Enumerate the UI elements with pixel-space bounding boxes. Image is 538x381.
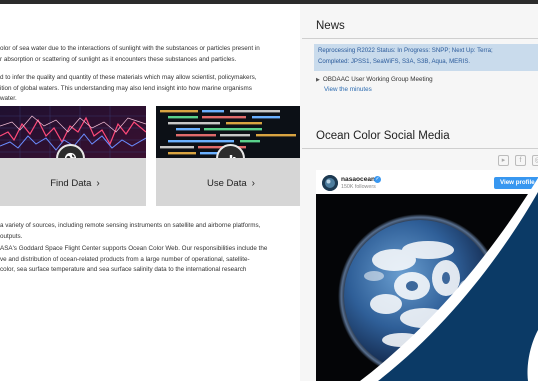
brand-swoosh-shape <box>360 178 538 381</box>
